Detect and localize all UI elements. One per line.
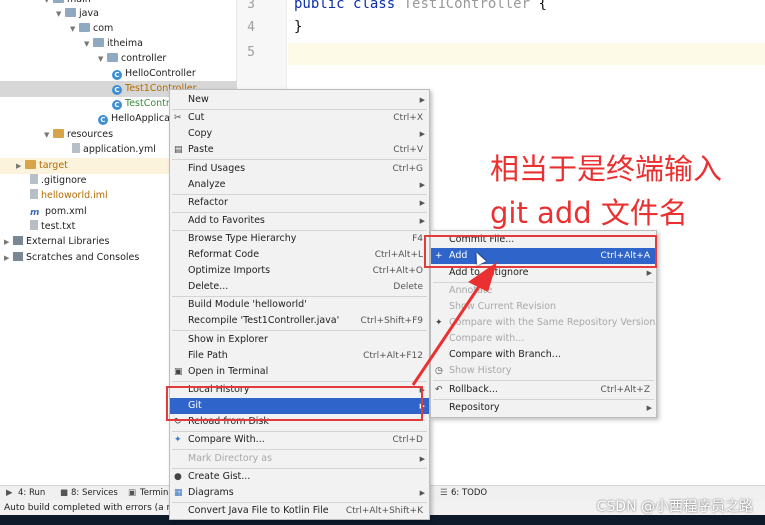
arrow-head <box>468 262 497 292</box>
ide-window: ▼main ▼java ▼com ▼itheima ▼controller CH… <box>0 0 765 525</box>
arrow-shaft <box>411 284 482 386</box>
watermark: CSDN @小西程序员之路 <box>596 499 753 515</box>
annotation-arrow <box>411 262 497 386</box>
annotation-line-1: 相当于是终端输入 <box>490 152 723 186</box>
annotation-line-2: git add 文件名 <box>490 196 688 230</box>
